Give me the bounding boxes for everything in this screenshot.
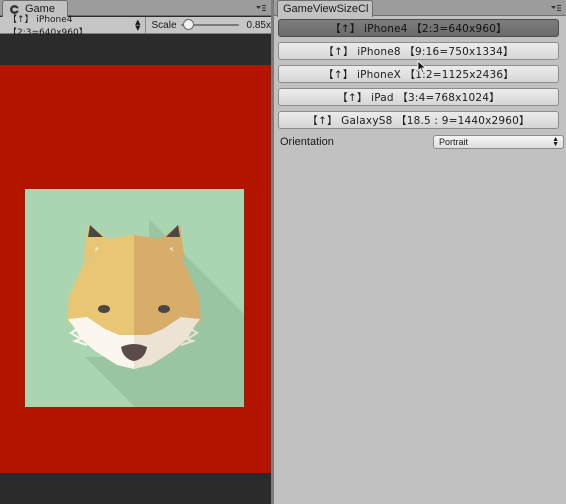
scale-slider[interactable] [180,19,239,30]
preset-button-iphone4[interactable]: 【↑】 iPhone4 【2:3=640x960】 [278,19,559,37]
tab-gameviewsize[interactable]: GameViewSizeCl [277,0,373,17]
scale-value: 0.85x [246,19,271,31]
preset-button-galaxys8[interactable]: 【↑】 GalaxyS8 【18.5 : 9=1440x2960】 [278,111,559,129]
preset-label: 【↑】 iPhone4 【2:3=640x960】 [330,22,507,35]
fox-illustration [25,189,244,407]
scale-label: Scale [151,19,177,31]
dropdown-arrows-icon: ▲ ▼ [135,18,141,32]
tab-gameviewsize-label: GameViewSizeCl [283,3,369,15]
preset-button-ipad[interactable]: 【↑】 iPad 【3:4=768x1024】 [278,88,559,106]
dropdown-arrows-icon: ▲ ▼ [552,136,559,148]
scale-slider-thumb[interactable] [182,19,194,30]
size-changer-window: GameViewSizeCl 【↑】 iPhone4 【2:3=640x960】… [273,0,566,504]
panel-menu-icon[interactable] [255,3,267,12]
preset-label: 【↑】 iPad 【3:4=768x1024】 [337,91,500,104]
preset-button-iphone8[interactable]: 【↑】 iPhone8 【9:16=750x1334】 [278,42,559,60]
scale-control: Scale 0.85x [146,17,271,33]
orientation-row: Orientation Portrait ▲ ▼ [280,135,564,149]
preset-label: 【↑】 GalaxyS8 【18.5 : 9=1440x2960】 [307,114,530,127]
preset-label: 【↑】 iPhone8 【9:16=750x1334】 [323,45,514,58]
game-window: Game 【↑】 iPhone4 【2:3=640x960】 ▲ ▼ Scale … [0,0,271,504]
orientation-label: Orientation [280,136,334,148]
game-toolbar: 【↑】 iPhone4 【2:3=640x960】 ▲ ▼ Scale 0.85x [0,15,271,38]
game-screen [0,65,271,473]
mouse-cursor-icon [417,60,427,74]
orientation-value: Portrait [439,137,469,147]
resolution-dropdown[interactable]: 【↑】 iPhone4 【2:3=640x960】 ▲ ▼ [0,15,146,38]
orientation-dropdown[interactable]: Portrait ▲ ▼ [433,135,564,149]
panel-menu-icon[interactable] [550,3,562,12]
game-viewport[interactable] [0,35,271,504]
size-changer-tabbar: GameViewSizeCl [274,0,566,17]
